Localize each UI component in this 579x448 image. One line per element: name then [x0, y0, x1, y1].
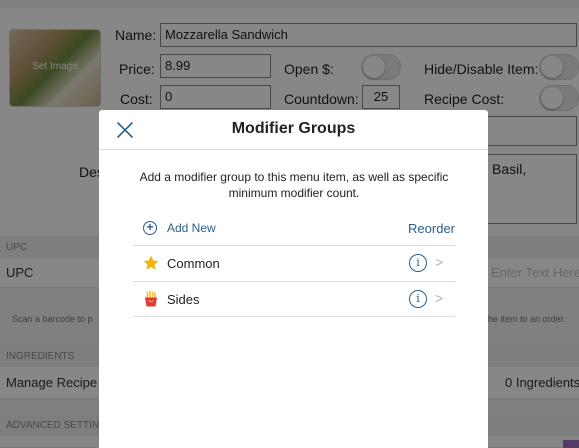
modal-actions: + Add New Reorder [133, 216, 455, 242]
modifier-group-name: Common [167, 256, 220, 271]
reorder-button[interactable]: Reorder [408, 221, 455, 236]
modifier-group-name: Sides [167, 292, 200, 307]
modifier-groups-modal: Modifier Groups Add a modifier group to … [99, 110, 488, 448]
modifier-group-common[interactable]: Common i > [133, 245, 455, 281]
star-icon [143, 255, 159, 270]
info-icon[interactable]: i [409, 254, 427, 272]
plus-circle-icon: + [143, 221, 157, 235]
modal-title: Modifier Groups [231, 120, 356, 137]
info-icon[interactable]: i [409, 290, 427, 308]
modifier-group-list: Common i > Sides i > [133, 245, 455, 317]
fries-icon [145, 290, 157, 307]
add-new-button[interactable]: + Add New [143, 221, 216, 235]
modal-header: Modifier Groups [99, 110, 488, 150]
add-new-label: Add New [167, 221, 216, 235]
modal-description: Add a modifier group to this menu item, … [139, 170, 449, 200]
modifier-group-sides[interactable]: Sides i > [133, 281, 455, 317]
chevron-right-icon: > [435, 290, 444, 306]
chevron-right-icon: > [435, 254, 444, 270]
